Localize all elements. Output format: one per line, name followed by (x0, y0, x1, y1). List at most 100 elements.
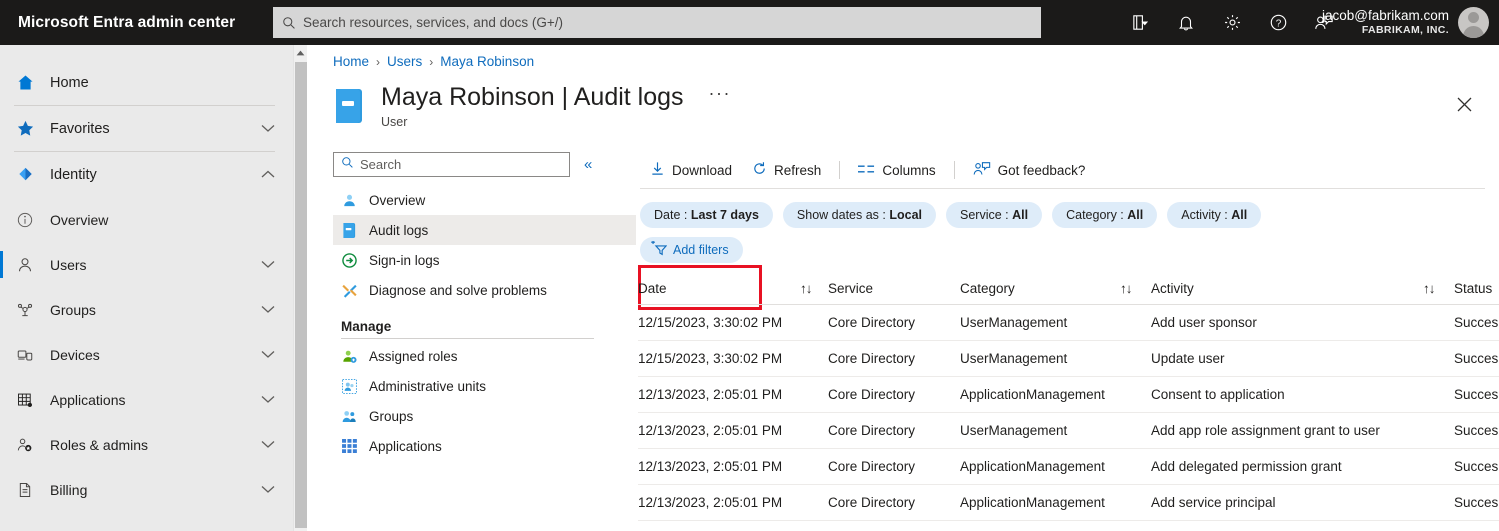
groups-icon (12, 301, 38, 319)
sidebar-item-devices[interactable]: Devices (0, 332, 293, 377)
more-options-button[interactable]: ··· (709, 83, 731, 104)
info-circle-icon (12, 211, 38, 229)
sort-icon-activity[interactable]: ↑↓ (1423, 281, 1454, 296)
brand-title: Microsoft Entra admin center (18, 13, 236, 31)
sidebar-item-home[interactable]: Home (0, 60, 293, 105)
content-pane: Home › Users › Maya Robinson Maya Robins… (308, 45, 1499, 531)
menu-item-diagnose-and-solve-problems[interactable]: Diagnose and solve problems (333, 275, 636, 305)
sidebar-item-identity[interactable]: Identity (0, 152, 293, 197)
help-question-icon[interactable]: ? (1267, 12, 1289, 34)
filter-pill-activity[interactable]: Activity : All (1167, 202, 1262, 228)
table-row[interactable]: 12/13/2023, 2:05:01 PM Core Directory Ap… (638, 449, 1499, 485)
breadcrumb-item-maya-robinson[interactable]: Maya Robinson (440, 54, 534, 69)
search-input[interactable] (303, 15, 1002, 30)
add-filter-row: Add filters (640, 237, 1499, 263)
cell-status: Succes (1454, 351, 1499, 366)
sort-icon-category[interactable]: ↑↓ (1120, 281, 1151, 296)
cell-activity: Update user (1151, 351, 1225, 366)
avatar[interactable] (1458, 7, 1489, 38)
filter-value: Local (889, 208, 922, 222)
menu-item-audit-logs[interactable]: Audit logs (333, 215, 636, 245)
scroll-up-arrow-icon[interactable] (294, 45, 307, 60)
sidebar-item-users[interactable]: Users (0, 242, 293, 287)
menu-item-assigned-roles[interactable]: Assigned roles (333, 341, 636, 371)
chevron-down-icon[interactable] (261, 301, 275, 319)
column-header-category[interactable]: Category (960, 281, 1120, 296)
sidebar-scrollbar[interactable] (293, 45, 307, 531)
sidebar-item-label: Overview (50, 211, 109, 228)
sort-icon-date[interactable]: ↑↓ (800, 281, 828, 296)
breadcrumb-separator: › (429, 54, 434, 69)
breadcrumb-item-home[interactable]: Home (333, 54, 369, 69)
menu-item-label: Groups (369, 408, 414, 424)
scrollbar-thumb[interactable] (295, 62, 307, 528)
table-row[interactable]: 12/13/2023, 2:05:01 PM Core Directory Us… (638, 413, 1499, 449)
column-header-activity[interactable]: Activity (1151, 281, 1423, 296)
chevron-down-icon[interactable] (261, 256, 275, 274)
table-row[interactable]: 12/13/2023, 2:05:01 PM Core Directory Ap… (638, 485, 1499, 521)
refresh-button[interactable]: Refresh (742, 156, 831, 184)
sidebar-item-overview[interactable]: Overview (0, 197, 293, 242)
cell-status: Succes (1454, 495, 1499, 510)
sidebar-item-roles-admins[interactable]: Roles & admins (0, 422, 293, 467)
sidebar-item-applications[interactable]: Applications (0, 377, 293, 422)
global-search-box[interactable] (273, 7, 1041, 38)
resource-search-box[interactable] (333, 152, 570, 177)
account-menu[interactable]: jacob@fabrikam.com FABRIKAM, INC. (1322, 0, 1489, 45)
breadcrumb-separator: › (376, 54, 381, 69)
chevron-down-icon[interactable] (261, 346, 275, 364)
filter-pill-show-dates-as[interactable]: Show dates as : Local (782, 202, 936, 228)
column-header-service[interactable]: Service (828, 281, 960, 296)
user-book-icon (333, 87, 367, 130)
cell-category: UserManagement (960, 351, 1068, 366)
sidebar-item-label: Applications (50, 391, 126, 408)
filter-pill-category[interactable]: Category : All (1052, 202, 1158, 228)
menu-item-label: Sign-in logs (369, 252, 440, 268)
got-feedback-button[interactable]: Got feedback? (963, 156, 1096, 184)
breadcrumb-item-users[interactable]: Users (387, 54, 422, 69)
gear-icon[interactable] (1221, 12, 1243, 34)
sidebar-item-favorites[interactable]: Favorites (0, 106, 293, 151)
chevron-down-icon[interactable] (261, 120, 275, 138)
add-filters-button[interactable]: Add filters (640, 237, 743, 263)
column-header-date[interactable]: Date (638, 281, 800, 296)
administrative-units-icon (341, 378, 358, 394)
menu-item-applications[interactable]: Applications (333, 431, 636, 461)
menu-item-overview[interactable]: Overview (333, 185, 636, 215)
chevron-down-icon[interactable] (261, 436, 275, 454)
table-row[interactable]: 12/13/2023, 2:05:01 PM Core Directory Ap… (638, 377, 1499, 413)
columns-button[interactable]: Columns (848, 156, 945, 184)
sidebar-item-billing[interactable]: Billing (0, 467, 293, 512)
column-header-status[interactable]: Status (1454, 281, 1499, 296)
filter-pill-date[interactable]: Date : Last 7 days (640, 202, 773, 228)
page-subtitle: User (381, 114, 408, 129)
download-button[interactable]: Download (640, 156, 742, 184)
sidebar-item-groups[interactable]: Groups (0, 287, 293, 332)
collapse-menu-button[interactable]: « (584, 157, 592, 172)
menu-item-groups[interactable]: Groups (333, 401, 636, 431)
filter-pill-row: Date : Last 7 days Show dates as : Local… (640, 202, 1499, 228)
sidebar-item-label: Users (50, 256, 87, 273)
menu-item-sign-in-logs[interactable]: Sign-in logs (333, 245, 636, 275)
account-org: FABRIKAM, INC. (1361, 24, 1449, 37)
filter-name: Activity (1181, 208, 1221, 222)
chevron-up-icon[interactable] (261, 166, 275, 184)
table-row[interactable]: 12/15/2023, 3:30:02 PM Core Directory Us… (638, 305, 1499, 341)
filter-pill-service[interactable]: Service : All (946, 202, 1043, 228)
table-row[interactable]: 12/15/2023, 3:30:02 PM Core Directory Us… (638, 341, 1499, 377)
identity-diamond-icon (12, 165, 38, 184)
filter-name: Show dates as (796, 208, 879, 222)
cell-category: ApplicationManagement (960, 459, 1105, 474)
close-icon[interactable] (1451, 91, 1477, 117)
assigned-roles-icon (341, 349, 358, 364)
cell-status: Succes (1454, 315, 1499, 330)
chevron-down-icon[interactable] (261, 391, 275, 409)
chevron-down-icon[interactable] (261, 481, 275, 499)
menu-item-administrative-units[interactable]: Administrative units (333, 371, 636, 401)
feedback-list-icon[interactable] (1129, 12, 1151, 34)
cell-service: Core Directory (828, 351, 916, 366)
table-header-row: Date ↑↓ Service Category ↑↓ Activity ↑↓ … (638, 272, 1499, 305)
notification-bell-icon[interactable] (1175, 12, 1197, 34)
main-pane: Download Refresh Columns Got feedback? D… (638, 152, 1499, 521)
resource-search-input[interactable] (360, 157, 554, 172)
